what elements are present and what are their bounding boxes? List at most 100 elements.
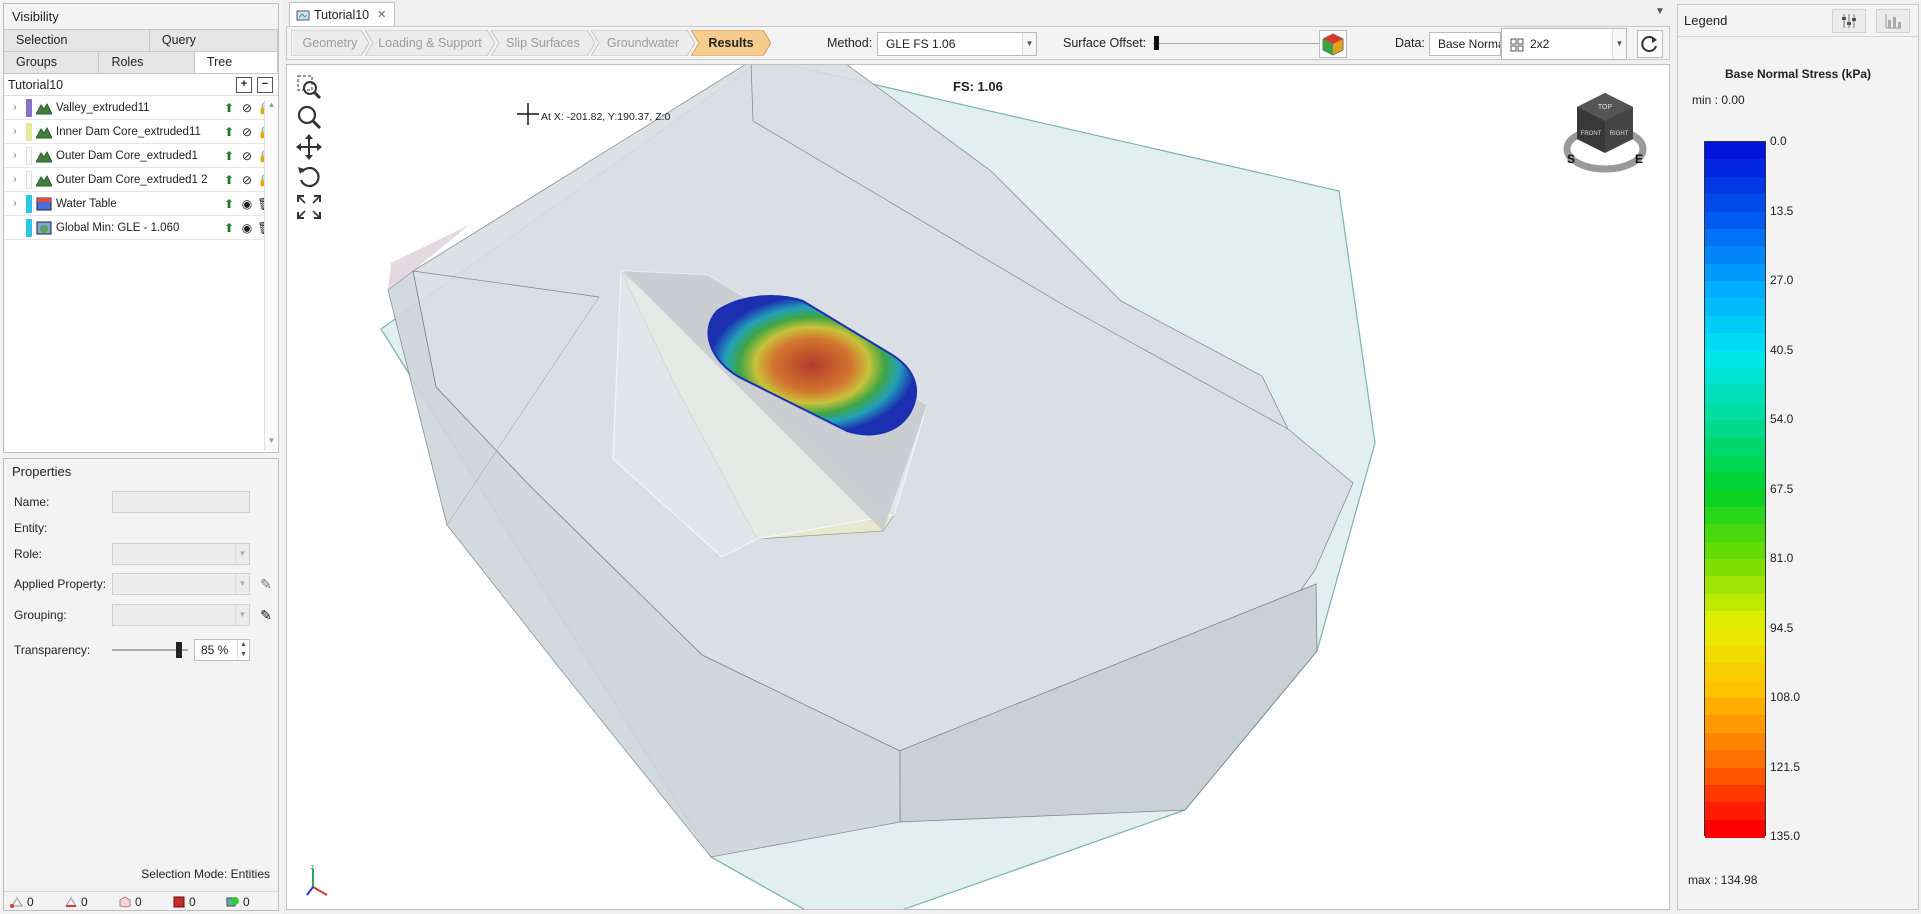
tab-selection[interactable]: Selection (4, 30, 150, 51)
chevron-down-icon: ▼ (235, 544, 249, 564)
expand-arrow-icon[interactable]: › (4, 174, 26, 185)
surface-offset-thumb[interactable] (1154, 36, 1159, 50)
close-icon[interactable]: ✕ (377, 8, 386, 21)
step-loading-support[interactable]: Loading & Support (365, 30, 495, 56)
step-slip-surfaces[interactable]: Slip Surfaces (491, 30, 595, 56)
tree-item-outer-dam-core-2[interactable]: › Outer Dam Core_extruded1 2 ⬆ ⊘ 🔒 (4, 168, 278, 192)
zoom-icon[interactable] (295, 103, 323, 131)
count-vertices: 0 (4, 895, 58, 909)
color-band (1705, 645, 1765, 664)
tree-item-global-min[interactable]: Global Min: GLE - 1.060 ⬆ ◉ 🗑 (4, 216, 278, 240)
cube-top-label: TOP (1598, 104, 1613, 111)
pin-icon[interactable]: ⬆ (220, 125, 238, 139)
color-band (1705, 142, 1765, 160)
eye-hidden-icon[interactable]: ⊘ (238, 173, 256, 187)
transparency-spinner[interactable]: 85 % ▲ ▼ (194, 639, 250, 661)
pin-icon[interactable]: ⬆ (220, 101, 238, 115)
expand-arrow-icon[interactable]: › (4, 198, 26, 209)
eye-hidden-icon[interactable]: ⊘ (238, 149, 256, 163)
navigation-cube[interactable]: TOP FRONT RIGHT S E (1563, 89, 1647, 179)
zoom-extents-icon[interactable] (295, 73, 323, 101)
crosshair-icon (517, 103, 539, 125)
tab-list-chevron-icon[interactable]: ▼ (1655, 6, 1665, 17)
pencil-icon[interactable]: ✎ (258, 607, 274, 623)
tab-roles[interactable]: Roles (99, 52, 195, 73)
expand-all-button[interactable]: + (236, 76, 252, 93)
legend-tick-label: 13.5 (1770, 203, 1794, 218)
entity-label: Entity: (14, 521, 48, 535)
expand-arrow-icon[interactable]: › (4, 126, 26, 137)
pin-icon[interactable]: ⬆ (220, 197, 238, 211)
tab-query[interactable]: Query (149, 30, 278, 51)
eye-icon[interactable]: ◉ (238, 221, 256, 235)
visibility-tabs-row1: Selection Query (4, 30, 278, 52)
color-band (1705, 246, 1765, 265)
method-label: Method: (827, 36, 873, 50)
tree-item-water-table[interactable]: › Water Table ⬆ ◉ 🗑 (4, 192, 278, 216)
expand-arrow-icon[interactable]: › (4, 150, 26, 161)
step-results[interactable]: Results (691, 30, 771, 56)
tab-groups[interactable]: Groups (4, 52, 100, 73)
step-groundwater[interactable]: Groundwater (591, 30, 695, 56)
vertex-icon (10, 896, 23, 908)
tab-tree[interactable]: Tree (194, 52, 278, 73)
scroll-up-icon[interactable]: ▲ (265, 100, 278, 114)
color-band (1705, 802, 1765, 821)
count-groups: 0 (220, 895, 274, 909)
transparency-slider-thumb[interactable] (176, 642, 182, 658)
role-select[interactable]: ▼ (112, 543, 250, 565)
tree-item-outer-dam-core-1[interactable]: › Outer Dam Core_extruded1 ⬆ ⊘ 🔒 (4, 144, 278, 168)
tree-item-label: Water Table (56, 197, 117, 210)
collapse-all-button[interactable]: − (257, 76, 273, 93)
tree-item-valley[interactable]: › Valley_extruded11 ⬆ ⊘ 🔒 (4, 96, 278, 120)
data-select[interactable]: Base Normal (1429, 32, 1501, 56)
color-band (1705, 350, 1765, 369)
eye-hidden-icon[interactable]: ⊘ (238, 101, 256, 115)
3d-viewport[interactable]: FS: 1.06 At X: -201.82, Y:190.37, Z:0 TO… (286, 64, 1670, 910)
pan-icon[interactable] (295, 133, 323, 161)
color-band (1705, 315, 1765, 334)
compass-e-label: E (1635, 152, 1643, 166)
refresh-button[interactable] (1637, 30, 1663, 58)
spinner-arrows-icon[interactable]: ▲ ▼ (237, 640, 249, 660)
rotate-icon[interactable] (295, 163, 323, 191)
color-band (1705, 281, 1765, 299)
color-band (1705, 472, 1765, 491)
applied-property-select[interactable]: ▼ (112, 573, 250, 595)
visibility-panel: Visibility Selection Query Groups Roles … (3, 3, 279, 453)
name-field[interactable] (112, 491, 250, 513)
pin-icon[interactable]: ⬆ (220, 221, 238, 235)
tree-item-label: Inner Dam Core_extruded11 (56, 125, 201, 138)
color-band (1705, 367, 1765, 386)
legend-settings-button[interactable] (1832, 9, 1866, 33)
color-swatch (26, 194, 32, 213)
document-tab[interactable]: Tutorial10 ✕ (289, 2, 395, 26)
step-geometry[interactable]: Geometry (291, 30, 369, 56)
color-band (1705, 628, 1765, 647)
color-band (1705, 298, 1765, 317)
eye-icon[interactable]: ◉ (238, 197, 256, 211)
cube-front-label: FRONT (1581, 131, 1602, 137)
tree-scrollbar[interactable]: ▲ ▼ (264, 100, 278, 450)
fullscreen-icon[interactable] (295, 193, 323, 221)
tree-item-inner-dam-core[interactable]: › Inner Dam Core_extruded11 ⬆ ⊘ 🔒 (4, 120, 278, 144)
pencil-icon[interactable]: ✎ (258, 576, 274, 592)
eye-hidden-icon[interactable]: ⊘ (238, 125, 256, 139)
pin-icon[interactable]: ⬆ (220, 149, 238, 163)
expand-arrow-icon[interactable]: › (4, 102, 26, 113)
layout-select[interactable]: 2x2 ▼ (1501, 28, 1627, 60)
edge-icon (65, 896, 77, 907)
layout-value: 2x2 (1530, 37, 1550, 51)
scroll-down-icon[interactable]: ▼ (265, 436, 278, 450)
tree-item-label: Outer Dam Core_extruded1 2 (56, 173, 208, 186)
method-select[interactable]: GLE FS 1.06 ▼ (877, 32, 1037, 56)
properties-title: Properties (4, 459, 278, 485)
surface-display-button[interactable] (1319, 30, 1347, 58)
grouping-select[interactable]: ▼ (112, 604, 250, 626)
color-band (1705, 506, 1765, 525)
document-icon (296, 10, 310, 20)
pin-icon[interactable]: ⬆ (220, 173, 238, 187)
color-band (1705, 559, 1765, 577)
legend-chart-button[interactable] (1876, 9, 1910, 33)
surface-offset-track[interactable] (1153, 43, 1323, 44)
